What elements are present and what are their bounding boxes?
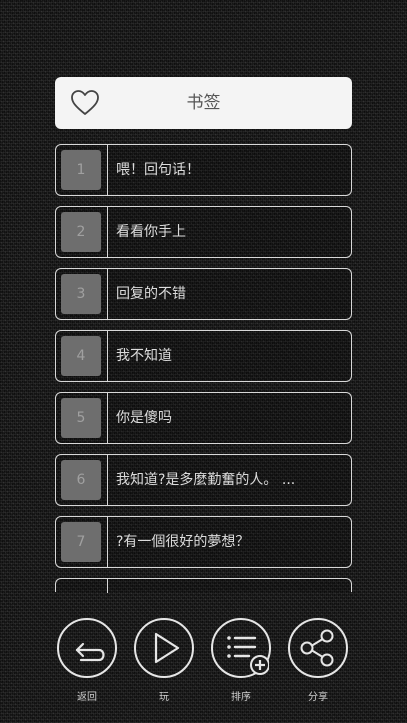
bookmark-number-frame: 6 xyxy=(56,455,108,505)
list-add-icon xyxy=(227,636,269,675)
back-label: 返回 xyxy=(77,692,97,703)
bookmark-number-frame xyxy=(56,579,108,593)
play-button[interactable]: 玩 xyxy=(134,618,198,708)
bookmark-item-1[interactable]: 1 喂！回句话！ xyxy=(55,144,352,196)
bookmark-number-frame: 5 xyxy=(56,393,108,443)
play-label: 玩 xyxy=(159,692,169,703)
bookmarks-header: 书签 xyxy=(55,77,352,129)
bookmark-number: 4 xyxy=(61,336,101,376)
bookmark-number-frame: 3 xyxy=(56,269,108,319)
bookmark-item-2[interactable]: 2 看看你手上 xyxy=(55,206,352,258)
share-circle xyxy=(288,618,348,678)
bookmark-number: 6 xyxy=(61,460,101,500)
play-icon xyxy=(154,632,180,664)
bookmark-text: ?有一個很好的夢想？ xyxy=(116,534,250,550)
bookmark-item-6[interactable]: 6 我知道?是多麼勤奮的人。 ... xyxy=(55,454,352,506)
sort-button[interactable]: 排序 xyxy=(211,618,275,708)
share-icon xyxy=(300,629,334,667)
bookmark-number-frame: 2 xyxy=(56,207,108,257)
bookmark-text: 回复的不错 xyxy=(116,286,186,302)
bottom-toolbar: 返回 玩 排序 分享 xyxy=(0,618,407,708)
bookmark-text: 喂！回句话！ xyxy=(116,162,200,178)
share-label: 分享 xyxy=(308,692,328,703)
sort-label: 排序 xyxy=(231,692,251,703)
play-circle xyxy=(134,618,194,678)
bookmark-number: 1 xyxy=(61,150,101,190)
bookmark-item-3[interactable]: 3 回复的不错 xyxy=(55,268,352,320)
bookmark-item-partial[interactable] xyxy=(55,578,352,593)
bookmark-text: 看看你手上 xyxy=(116,224,186,240)
bookmark-text: 你是傻吗 xyxy=(116,410,172,426)
bookmark-item-5[interactable]: 5 你是傻吗 xyxy=(55,392,352,444)
undo-arrow-icon xyxy=(75,642,105,662)
sort-circle xyxy=(211,618,271,678)
bookmark-number-frame: 1 xyxy=(56,145,108,195)
bookmark-number-frame: 7 xyxy=(56,517,108,567)
bookmark-number: 5 xyxy=(61,398,101,438)
back-button[interactable]: 返回 xyxy=(57,618,121,708)
bookmark-number: 3 xyxy=(61,274,101,314)
bookmark-text: 我知道?是多麼勤奮的人。 ... xyxy=(116,472,296,488)
share-button[interactable]: 分享 xyxy=(288,618,352,708)
bookmark-item-4[interactable]: 4 我不知道 xyxy=(55,330,352,382)
bookmark-number-frame: 4 xyxy=(56,331,108,381)
back-circle xyxy=(57,618,117,678)
bookmark-number: 7 xyxy=(61,522,101,562)
bookmark-list: 1 喂！回句话！ 2 看看你手上 3 回复的不错 4 我不知道 5 你是傻吗 6… xyxy=(55,144,352,602)
bookmark-item-7[interactable]: 7 ?有一個很好的夢想？ xyxy=(55,516,352,568)
bookmark-number: 2 xyxy=(61,212,101,252)
bookmark-text: 我不知道 xyxy=(116,348,172,364)
page-title: 书签 xyxy=(186,93,221,113)
